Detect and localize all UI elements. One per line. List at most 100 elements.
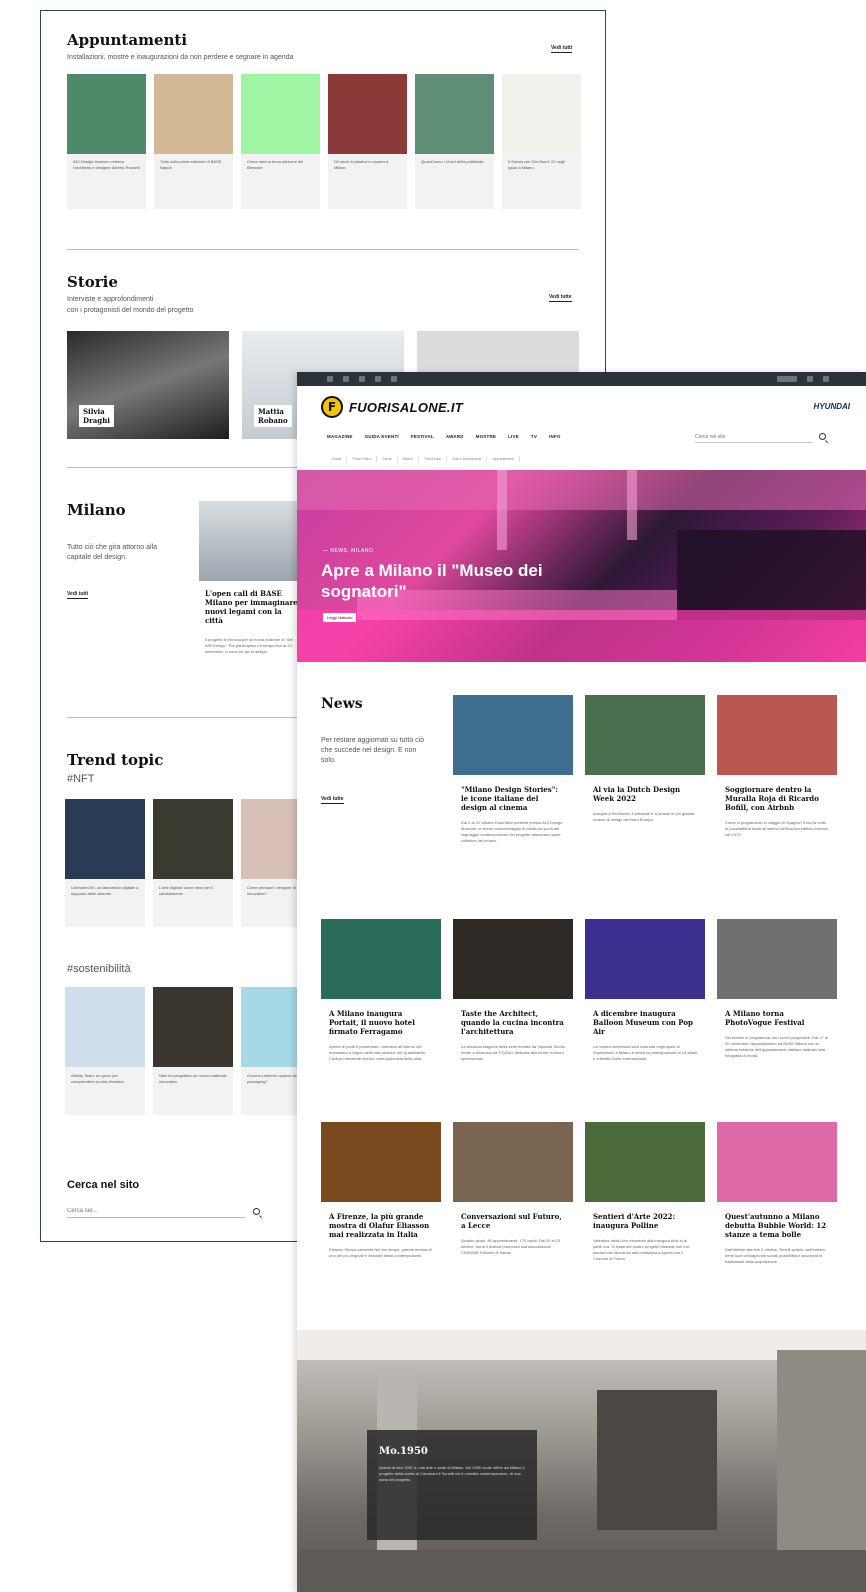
trend-card[interactable]: L'arte digitale come deve per il cambiam… [153, 799, 233, 927]
menu-icon[interactable] [823, 376, 829, 382]
social-icon[interactable] [359, 376, 365, 382]
milano-see-all-link[interactable]: Vedi tutti [67, 591, 89, 599]
nav-item-magazine[interactable]: MAGAZINE [327, 434, 353, 439]
subnav-item[interactable]: Milano [398, 456, 419, 462]
news-card-title[interactable]: Soggiornare dentro la Muralla Roja di Ri… [725, 785, 829, 812]
event-card[interactable]: Come sarà la terza edizione del Biennale [241, 74, 320, 209]
sponsor-logo[interactable]: HYUNDAI [814, 402, 850, 411]
news-card-description: La mostra immersiva sarà costruita negli… [593, 1044, 697, 1061]
news-card[interactable]: Conversazioni sul Futuro, a Lecce Quattro… [453, 1122, 573, 1256]
news-card-image [453, 1122, 573, 1202]
news-card[interactable]: Sentieri d'Arte 2022: inaugura Polline Va… [585, 1122, 705, 1262]
user-icon[interactable] [807, 376, 813, 382]
event-card-caption: Tutto sulla prima edizione di BASE Napol… [160, 159, 222, 170]
hero-title[interactable]: Apre a Milano il "Museo dei sognatori" [321, 560, 601, 602]
news-card-title[interactable]: A dicembre inaugura Balloon Museum con P… [593, 1009, 697, 1036]
news-card[interactable]: Taste the Architect, quando la cucina in… [453, 919, 573, 1062]
site-logo-text[interactable]: FUORISALONE.IT [349, 400, 463, 415]
event-card[interactable]: Tutto sulla prima edizione di BASE Napol… [154, 74, 233, 209]
event-card[interactable]: Gli studi di plastica in mostra a Milano [328, 74, 407, 209]
news-card-title[interactable]: "Milano Design Stories": le icone italia… [461, 785, 565, 812]
trend-card-caption: Nike ha progettato un nuovo materiale in… [159, 1073, 227, 1084]
trend-tag-nft: #NFT [67, 773, 95, 785]
foreground-page: F FUORISALONE.IT HYUNDAI MAGAZINE GUIDA … [297, 372, 866, 1592]
trend-card-caption: Affinity Team: un gioco per comprendere … [71, 1073, 124, 1084]
hero-banner[interactable]: — NEWS, MILANO Apre a Milano il "Museo d… [297, 470, 866, 662]
milano-article-title[interactable]: L'open call di BASE Milano per immaginar… [205, 589, 300, 625]
trend-card[interactable]: Affinity Team: un gioco per comprendere … [65, 987, 145, 1115]
showroom-description: Aperta di inizi 1957 a Lodi arte e sede … [379, 1465, 525, 1482]
showroom-feature[interactable]: Mo.1950 Aperta di inizi 1957 a Lodi arte… [297, 1330, 866, 1592]
milano-article-image[interactable] [199, 501, 299, 581]
nav-item-festival[interactable]: FESTIVAL [411, 434, 434, 439]
news-card[interactable]: A dicembre inaugura Balloon Museum con P… [585, 919, 705, 1062]
news-card[interactable]: Soggiornare dentro la Muralla Roja di Ri… [717, 695, 837, 838]
trend-title: Trend topic [67, 751, 164, 769]
news-card-title[interactable]: Al via la Dutch Design Week 2022 [593, 785, 697, 803]
news-see-all-link[interactable]: Vedi tutte [321, 796, 344, 804]
showroom-title[interactable]: Mo.1950 [379, 1446, 525, 1457]
site-search-input[interactable] [67, 1204, 245, 1218]
news-card-description: Dal 2 al 31 ottobre Dusk fatto presenti … [461, 820, 563, 843]
nav-item-mostre[interactable]: MOSTRE [476, 434, 496, 439]
storie-see-all-link[interactable]: Vedi tutte [549, 294, 572, 302]
event-card-image [415, 74, 494, 154]
news-card-image [585, 695, 705, 775]
news-card-title[interactable]: Sentieri d'Arte 2022: inaugura Polline [593, 1212, 697, 1230]
subnav-item[interactable]: Primo Piano [347, 456, 378, 462]
trend-card[interactable]: Nike ha progettato un nuovo materiale in… [153, 987, 233, 1115]
trend-card[interactable]: Unframed Art, un laboratorio digitale a … [65, 799, 145, 927]
subnav-item[interactable]: Appuntamenti [487, 456, 521, 462]
search-icon[interactable] [819, 433, 826, 440]
story-card[interactable]: Silvia Draghi [67, 331, 229, 439]
event-card-image [67, 74, 146, 154]
social-icon[interactable] [391, 376, 397, 382]
browser-top-bar [297, 372, 866, 386]
header-search-input[interactable] [695, 431, 813, 443]
milano-title: Milano [67, 501, 126, 519]
nav-item-info[interactable]: INFO [549, 434, 561, 439]
news-card-title[interactable]: A Milano inaugura Portait, il nuovo hote… [329, 1009, 433, 1036]
news-card[interactable]: Quest'autunno a Milano debutta Bubble Wo… [717, 1122, 837, 1265]
news-card[interactable]: A Milano inaugura Portait, il nuovo hote… [321, 919, 441, 1062]
event-card[interactable]: Il Sonda con Cini Boeri: 22 negli spazi … [502, 74, 581, 209]
news-card[interactable]: "Milano Design Stories": le icone italia… [453, 695, 573, 844]
news-card-title[interactable]: A Milano torna PhotoVogue Festival [725, 1009, 829, 1027]
news-card[interactable]: Al via la Dutch Design Week 2022 Insegna … [585, 695, 705, 823]
nav-item-tv[interactable]: TV [531, 434, 537, 439]
social-icon[interactable] [375, 376, 381, 382]
event-card[interactable]: Quanti sono I Voxel della pubblicità [415, 74, 494, 209]
event-card[interactable]: ADI Design Museum celebra l'architetto e… [67, 74, 146, 209]
news-card-title[interactable]: Conversazioni sul Futuro, a Lecce [461, 1212, 565, 1230]
news-card-image [585, 1122, 705, 1202]
language-selector[interactable] [777, 376, 797, 382]
nav-item-award[interactable]: AWARD [446, 434, 464, 439]
subnav-item[interactable]: Home [327, 456, 348, 462]
trend-tag-sostenibilita: #sostenibilità [67, 963, 131, 975]
event-card-caption: Come sarà la terza edizione del Biennale [247, 159, 304, 170]
news-card[interactable]: A Milano torna PhotoVogue Festival Sei mo… [717, 919, 837, 1059]
news-card-title[interactable]: A Firenze, la più grande mostra di Olafu… [329, 1212, 433, 1239]
news-card[interactable]: A Firenze, la più grande mostra di Olafu… [321, 1122, 441, 1259]
storie-subtitle-1: Interviste e approfondimenti [67, 296, 154, 303]
subnav-item[interactable]: Arte e Innovazione [447, 456, 488, 462]
news-card-title[interactable]: Taste the Architect, quando la cucina in… [461, 1009, 565, 1036]
nav-item-live[interactable]: LIVE [508, 434, 519, 439]
news-card-title[interactable]: Quest'autunno a Milano debutta Bubble Wo… [725, 1212, 829, 1239]
news-card-image [453, 919, 573, 999]
search-icon[interactable] [253, 1208, 260, 1215]
news-card-description: Palazzo Strozzi presenta Nel tuo tempo, … [329, 1247, 432, 1258]
appuntamenti-see-all-link[interactable]: Vedi tutti [551, 45, 573, 53]
trend-card-image [65, 799, 145, 879]
storie-subtitle-2: con i protagonisti del mondo del progett… [67, 307, 194, 314]
social-icon[interactable] [327, 376, 333, 382]
nav-item-guida-eventi[interactable]: GUIDA EVENTI [365, 434, 399, 439]
hero-read-more-button[interactable]: Leggi l'articolo [323, 613, 357, 622]
news-card-description: Quattro giorni, 80 appuntamenti, 170 osp… [461, 1238, 561, 1255]
social-icon[interactable] [343, 376, 349, 382]
news-card-description: La seconda stagione della serie firmata … [461, 1044, 565, 1061]
milano-article-desc: Il progetto si rinnova per la nuova ediz… [205, 637, 293, 654]
subnav-item[interactable]: Storie [377, 456, 398, 462]
fuorisalone-logo-icon[interactable]: F [321, 396, 343, 418]
subnav-item[interactable]: Trend topic [419, 456, 448, 462]
